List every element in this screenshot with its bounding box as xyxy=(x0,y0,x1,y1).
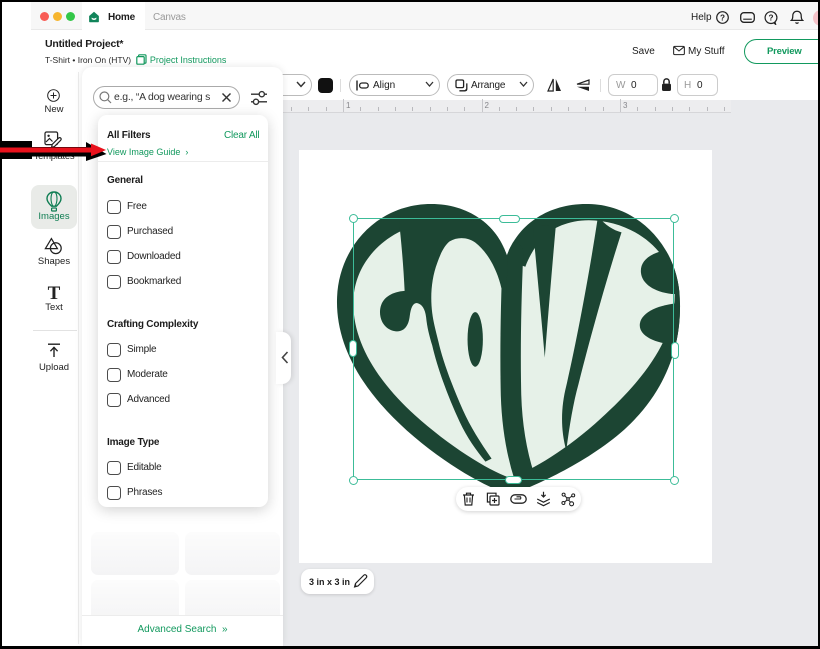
svg-text:?: ? xyxy=(720,13,725,22)
svg-text:?: ? xyxy=(768,14,773,23)
